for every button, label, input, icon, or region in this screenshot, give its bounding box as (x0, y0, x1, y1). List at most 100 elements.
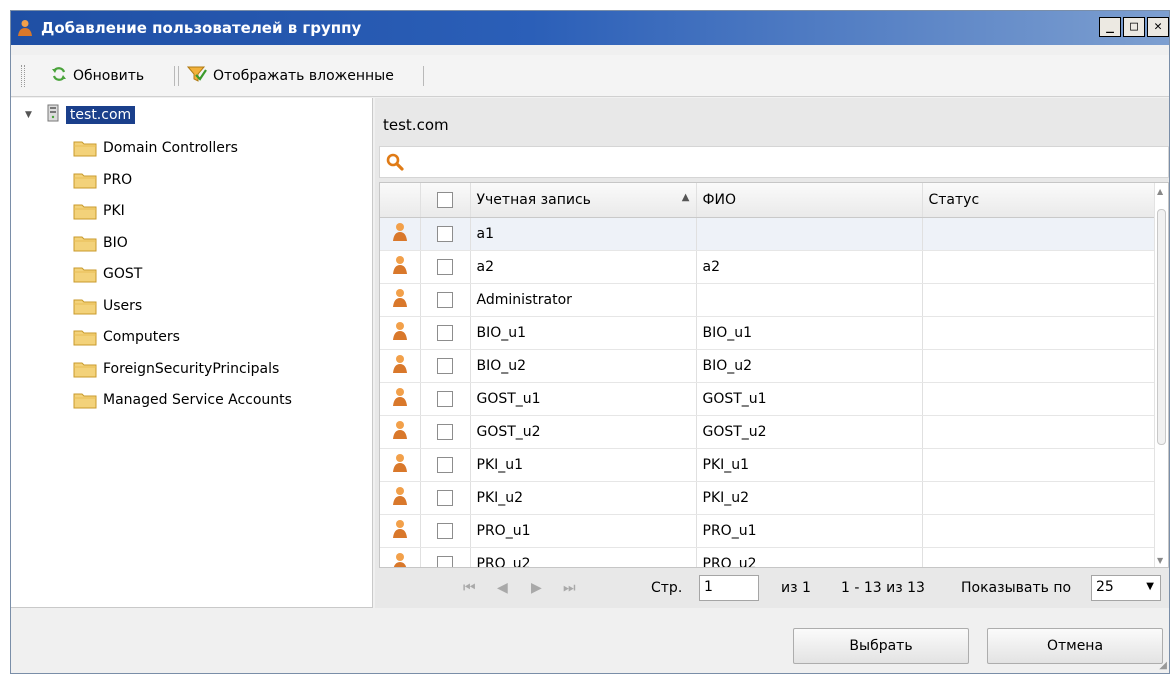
tree-item-label: GOST (103, 266, 143, 282)
row-checkbox[interactable] (437, 225, 453, 242)
fio-cell: PRO_u2 (696, 547, 923, 567)
row-checkbox[interactable] (437, 522, 453, 539)
tree-item-folder[interactable]: GOST (73, 265, 142, 283)
row-checkbox[interactable] (437, 555, 453, 567)
tree-item-folder[interactable]: Computers (73, 328, 180, 346)
tree-item-label: ForeignSecurityPrincipals (103, 360, 280, 377)
search-input[interactable] (379, 146, 1169, 178)
row-checkbox[interactable] (437, 324, 453, 341)
scrollbar-thumb[interactable] (1157, 209, 1166, 445)
close-button[interactable]: ✕ (1147, 17, 1169, 37)
row-checkbox[interactable] (437, 456, 453, 473)
cancel-button[interactable]: Отмена (987, 628, 1163, 664)
user-icon (392, 420, 408, 444)
refresh-icon (51, 66, 67, 86)
minimize-button[interactable]: _ (1099, 17, 1121, 37)
tree-item-folder[interactable]: PRO (73, 171, 132, 189)
table-row[interactable]: Administrator (380, 283, 1157, 317)
tree-item-folder[interactable]: BIO (73, 234, 128, 252)
fio-cell: PKI_u2 (696, 481, 923, 515)
select-button[interactable]: Выбрать (793, 628, 969, 664)
user-icon (392, 222, 408, 246)
maximize-button[interactable]: □ (1123, 17, 1145, 37)
resize-grip-icon[interactable]: ◢ (1159, 660, 1167, 671)
tree-item-label: Users (103, 297, 143, 314)
search-icon[interactable] (386, 153, 404, 175)
tree-root-label[interactable]: test.com (65, 106, 136, 124)
fio-cell: BIO_u2 (696, 349, 923, 383)
domain-icon (46, 104, 60, 126)
user-icon (392, 387, 408, 411)
table-row[interactable]: a1 (380, 217, 1157, 251)
row-checkbox[interactable] (437, 423, 453, 440)
row-checkbox-cell (420, 481, 471, 515)
show-nested-button[interactable]: Отображать вложенные (186, 65, 394, 87)
row-checkbox-cell (420, 316, 471, 350)
row-checkbox[interactable] (437, 390, 453, 407)
refresh-button[interactable]: Обновить (51, 65, 144, 87)
tree-item-folder[interactable]: ForeignSecurityPrincipals (73, 360, 279, 378)
user-icon (392, 354, 408, 378)
row-checkbox[interactable] (437, 489, 453, 506)
user-icon (392, 255, 408, 279)
users-grid: Учетная запись ▲ ФИО Статус a1 a2 a2 Adminis… (379, 182, 1169, 568)
row-checkbox-cell (420, 250, 471, 284)
tree-item-folder[interactable]: Managed Service Accounts (73, 391, 292, 409)
fio-column-header[interactable]: ФИО (696, 183, 923, 218)
status-cell (922, 547, 1157, 567)
row-checkbox-cell (420, 415, 471, 449)
page-size-select[interactable]: 25 ▼ (1091, 575, 1161, 601)
tree-item-folder[interactable]: PKI (73, 202, 125, 220)
table-row[interactable]: BIO_u2 BIO_u2 (380, 349, 1157, 383)
table-row[interactable]: BIO_u1 BIO_u1 (380, 316, 1157, 350)
folder-icon (73, 265, 97, 283)
table-row[interactable]: GOST_u1 GOST_u1 (380, 382, 1157, 416)
account-cell: GOST_u1 (470, 382, 697, 416)
account-cell: BIO_u2 (470, 349, 697, 383)
prev-page-icon[interactable]: ◀ (497, 580, 508, 596)
account-cell: PKI_u2 (470, 481, 697, 515)
row-checkbox-cell (420, 547, 471, 567)
status-cell (922, 316, 1157, 350)
select-all-checkbox[interactable] (437, 191, 453, 208)
fio-cell: BIO_u1 (696, 316, 923, 350)
table-row[interactable]: PKI_u2 PKI_u2 (380, 481, 1157, 515)
page-label: Стр. (651, 580, 683, 596)
fio-cell: GOST_u1 (696, 382, 923, 416)
table-row[interactable]: PRO_u2 PRO_u2 (380, 547, 1157, 567)
tree-root[interactable]: ▼ test.com (25, 104, 136, 126)
table-row[interactable]: PKI_u1 PKI_u1 (380, 448, 1157, 482)
scroll-up-icon[interactable]: ▲ (1157, 187, 1163, 196)
tree-item-folder[interactable]: Users (73, 297, 142, 315)
toolbar-grip[interactable] (21, 65, 25, 87)
table-row[interactable]: PRO_u1 PRO_u1 (380, 514, 1157, 548)
icon-column-header (380, 183, 421, 218)
account-cell: PRO_u1 (470, 514, 697, 548)
fio-cell: PKI_u1 (696, 448, 923, 482)
row-checkbox[interactable] (437, 357, 453, 374)
collapse-arrow-icon[interactable]: ▼ (25, 110, 32, 120)
fio-cell: GOST_u2 (696, 415, 923, 449)
user-icon-cell (380, 382, 421, 416)
account-column-header[interactable]: Учетная запись ▲ (470, 183, 697, 218)
row-checkbox-cell (420, 382, 471, 416)
first-page-icon[interactable]: ⏮ (463, 580, 476, 596)
table-row[interactable]: a2 a2 (380, 250, 1157, 284)
user-icon-cell (380, 349, 421, 383)
user-icon (392, 288, 408, 312)
row-checkbox-cell (420, 448, 471, 482)
status-column-header[interactable]: Статус (922, 183, 1157, 218)
user-icon-cell (380, 415, 421, 449)
vertical-scrollbar[interactable]: ▲ ▼ (1154, 183, 1168, 567)
last-page-icon[interactable]: ⏭ (563, 580, 576, 596)
next-page-icon[interactable]: ▶ (531, 580, 542, 596)
table-row[interactable]: GOST_u2 GOST_u2 (380, 415, 1157, 449)
fio-column-label: ФИО (702, 191, 737, 208)
row-checkbox[interactable] (437, 258, 453, 275)
status-cell (922, 481, 1157, 515)
title-bar[interactable]: Добавление пользователей в группу _ □ ✕ (11, 11, 1169, 45)
row-checkbox[interactable] (437, 291, 453, 308)
scroll-down-icon[interactable]: ▼ (1157, 556, 1163, 565)
tree-item-folder[interactable]: Domain Controllers (73, 139, 238, 157)
page-number-input[interactable]: 1 (699, 575, 759, 601)
